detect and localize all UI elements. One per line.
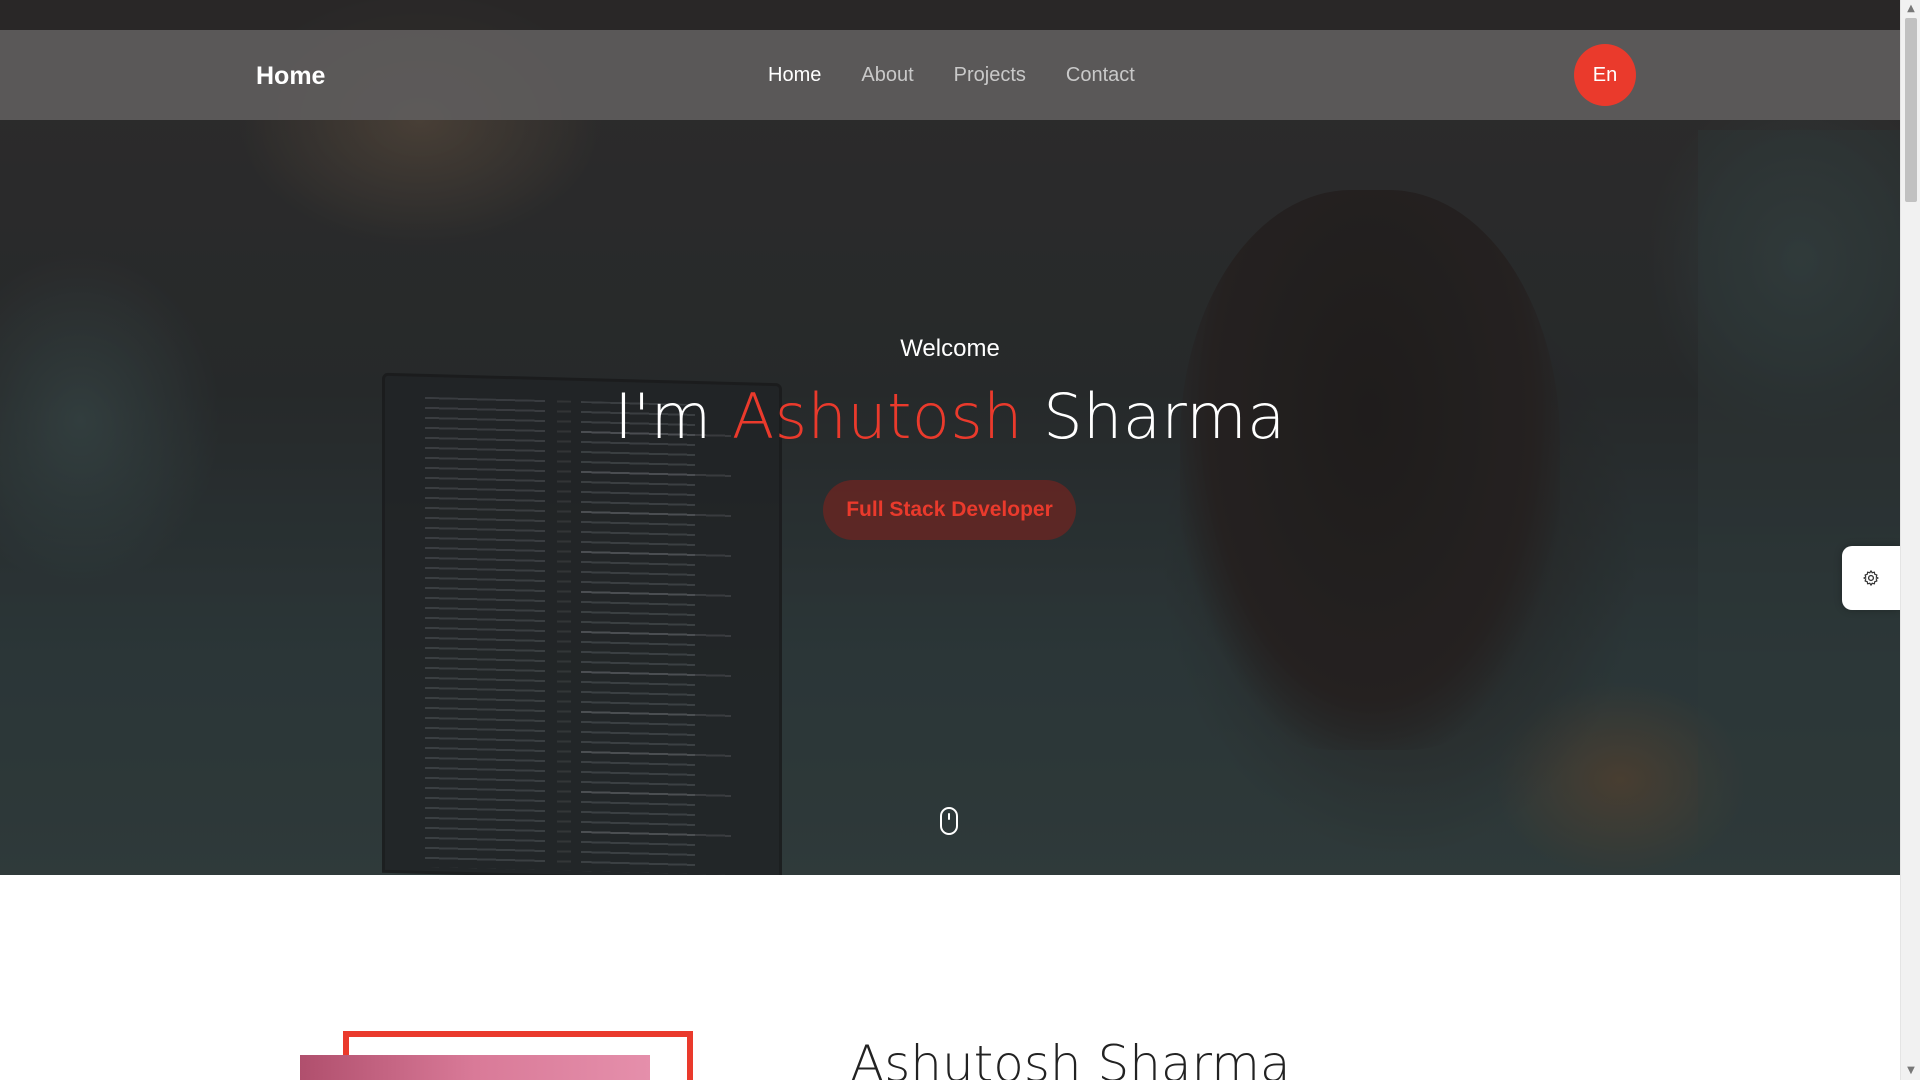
brand-home-link[interactable]: Home [256, 62, 325, 91]
hero-section: Welcome I'm Ashutosh Sharma Full Stack D… [0, 0, 1900, 884]
scroll-up-arrow-icon[interactable]: ▲ [1901, 0, 1920, 18]
navbar: Home Home About Projects Contact En [0, 30, 1900, 120]
nav-link-home[interactable]: Home [768, 64, 821, 87]
profile-photo [300, 1055, 650, 1080]
nav-link-contact[interactable]: Contact [1066, 64, 1135, 87]
language-button[interactable]: En [1574, 44, 1636, 106]
hero-title: I'm Ashutosh Sharma [0, 380, 1900, 453]
hero-title-prefix: I'm [614, 380, 712, 453]
about-section: Ashutosh Sharma [0, 875, 1900, 1080]
role-button[interactable]: Full Stack Developer [823, 480, 1076, 540]
top-strip [0, 0, 1900, 30]
nav-link-projects[interactable]: Projects [954, 64, 1026, 87]
page: Welcome I'm Ashutosh Sharma Full Stack D… [0, 0, 1900, 1080]
gear-icon [1863, 570, 1879, 586]
hero-welcome: Welcome [900, 335, 1000, 362]
scrollbar[interactable]: ▲ ▼ [1900, 0, 1920, 1080]
mouse-icon[interactable] [938, 806, 960, 836]
nav-link-about[interactable]: About [861, 64, 913, 87]
scroll-down-arrow-icon[interactable]: ▼ [1901, 1062, 1920, 1080]
nav-links: Home About Projects Contact [768, 64, 1135, 87]
hero-first-name: Ashutosh [731, 380, 1023, 453]
hero-last-name: Sharma [1043, 380, 1286, 453]
scrollbar-thumb[interactable] [1905, 18, 1917, 202]
settings-button[interactable] [1842, 546, 1900, 610]
about-name: Ashutosh Sharma [850, 1035, 1291, 1080]
